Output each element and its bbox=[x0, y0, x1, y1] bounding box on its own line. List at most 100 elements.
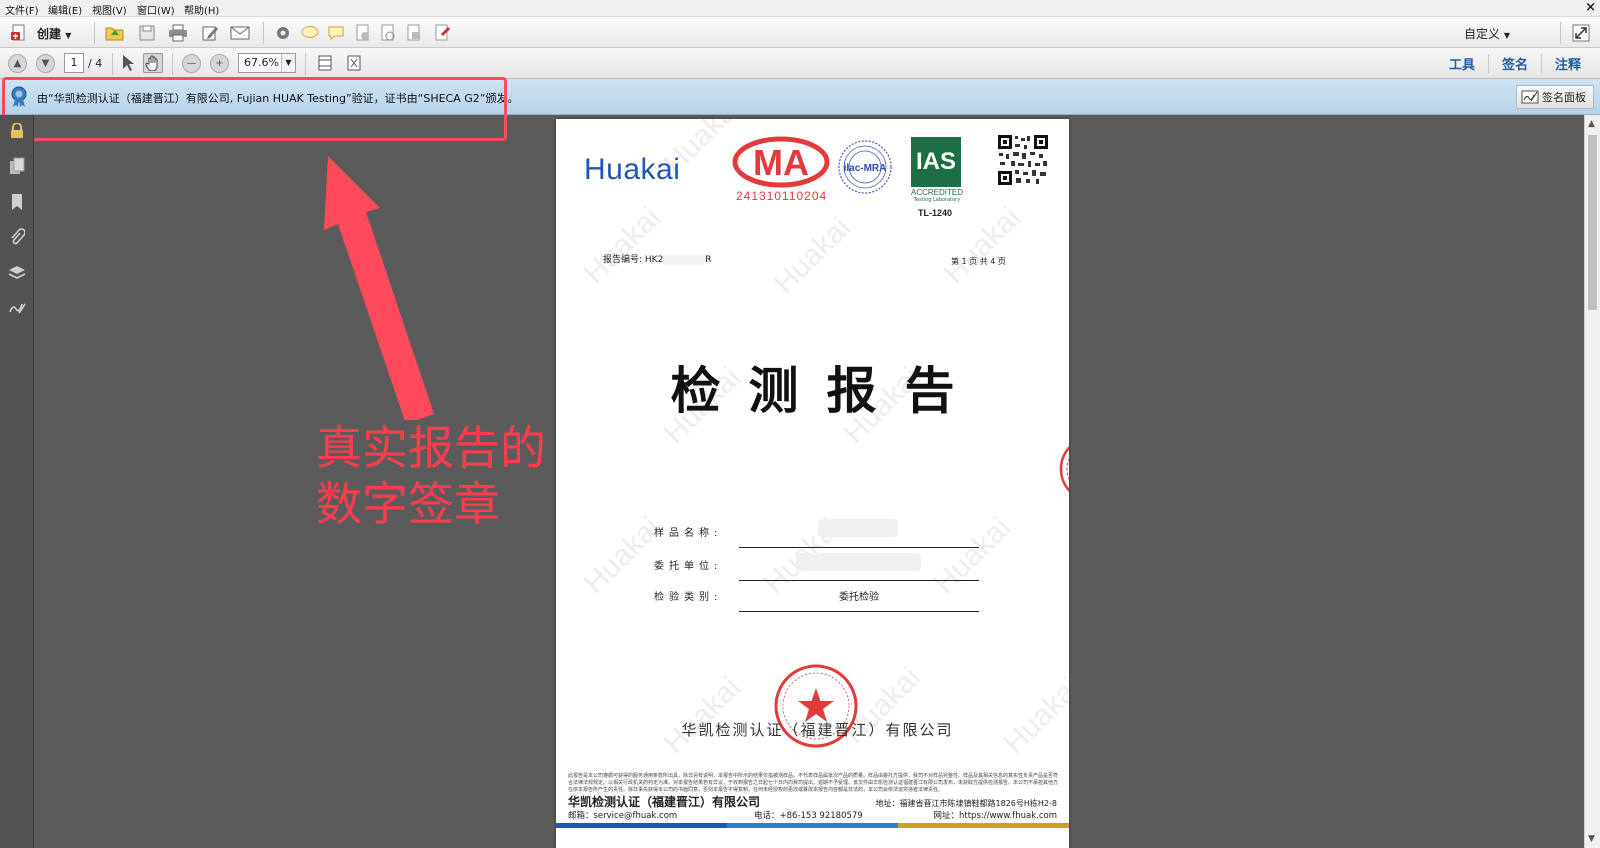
partial-seal bbox=[1059, 445, 1069, 493]
footer-company: 华凯检测认证（福建晋江）有限公司 bbox=[568, 795, 761, 809]
annotation-line-1: 真实报告的 bbox=[316, 421, 546, 475]
highlight-icon[interactable] bbox=[326, 23, 346, 43]
divider bbox=[172, 53, 173, 75]
watermark: Huakai bbox=[657, 670, 748, 761]
chevron-down-icon[interactable]: ▼ bbox=[281, 54, 295, 72]
settings-icon[interactable] bbox=[273, 23, 293, 43]
footer-color-bar bbox=[556, 823, 1069, 828]
lock-icon[interactable] bbox=[7, 121, 27, 141]
signature-icon[interactable] bbox=[7, 298, 27, 318]
cma-logo: MA bbox=[732, 136, 830, 188]
signature-panel-button[interactable]: 签名面板 bbox=[1516, 85, 1594, 109]
ias-accredited: ACCREDITED bbox=[910, 188, 963, 197]
scrollbar-thumb[interactable] bbox=[1588, 135, 1597, 310]
huakai-logo: Huakai bbox=[584, 153, 681, 186]
svg-text:ilac-MRA: ilac-MRA bbox=[844, 163, 887, 174]
divider bbox=[94, 22, 95, 44]
redacted-block bbox=[818, 519, 898, 537]
email-icon[interactable] bbox=[230, 23, 250, 43]
zoom-level: 67.6% bbox=[244, 56, 279, 69]
vertical-scrollbar[interactable]: ▲ ▼ bbox=[1584, 115, 1600, 848]
scroll-down-icon[interactable]: ▼ bbox=[1588, 834, 1595, 844]
menubar: 文件(F) 编辑(E) 视图(V) 窗口(W) 帮助(H) × bbox=[0, 0, 1600, 17]
bookmark-icon[interactable] bbox=[7, 192, 27, 212]
field-underline bbox=[739, 611, 979, 612]
menu-help[interactable]: 帮助(H) bbox=[184, 2, 219, 17]
svg-text:MA: MA bbox=[753, 142, 809, 183]
cma-number: 241310110204 bbox=[736, 189, 828, 203]
tab-tools[interactable]: 工具 bbox=[1436, 54, 1488, 73]
menu-file[interactable]: 文件(F) bbox=[5, 2, 39, 17]
divider bbox=[305, 53, 306, 75]
fit-width-icon[interactable] bbox=[315, 53, 335, 73]
chevron-down-icon: ▼ bbox=[65, 31, 72, 40]
page-number-input[interactable]: 1 bbox=[64, 53, 84, 73]
layers-icon[interactable] bbox=[7, 263, 27, 283]
fit-page-icon[interactable] bbox=[344, 53, 364, 73]
customize-menu[interactable]: 自定义 ▼ bbox=[1464, 25, 1510, 42]
menu-edit[interactable]: 编辑(E) bbox=[48, 2, 82, 17]
redacted-block bbox=[796, 553, 921, 571]
annotation-arrow bbox=[324, 156, 434, 420]
attachment-icon[interactable] bbox=[7, 227, 27, 247]
sign-document-icon[interactable] bbox=[432, 23, 452, 43]
divider bbox=[263, 22, 264, 44]
create-menu-button[interactable]: 创建 ▼ bbox=[37, 25, 71, 42]
annotation-highlight-box bbox=[2, 77, 507, 141]
divider bbox=[1560, 22, 1561, 44]
hand-tool-icon[interactable] bbox=[143, 53, 163, 73]
menu-view[interactable]: 视图(V) bbox=[92, 2, 127, 17]
field-label-sample: 样品名称: bbox=[654, 528, 723, 539]
watermark: Huakai bbox=[577, 200, 668, 291]
annotation-line-2: 数字签章 bbox=[316, 477, 500, 531]
expand-icon[interactable] bbox=[1571, 23, 1591, 43]
document-title: 检测报告 bbox=[670, 361, 983, 420]
page-count-label: 第 1 页 共 4 页 bbox=[951, 257, 1006, 266]
print-icon[interactable] bbox=[168, 23, 188, 43]
company-name: 华凯检测认证（福建晋江）有限公司 bbox=[681, 721, 954, 739]
save-icon[interactable] bbox=[137, 23, 157, 43]
close-document-icon[interactable]: × bbox=[1585, 0, 1596, 15]
annotation-text: 真实报告的 数字签章 bbox=[316, 420, 546, 532]
disclaimer-text: 此报告是本公司遵循可获得的服务通用条款所出具，除非另有说明，本报告中所示的结果仅… bbox=[568, 773, 1059, 793]
signature-icon bbox=[1521, 90, 1539, 104]
field-underline bbox=[739, 547, 979, 548]
field-value-type: 委托检验 bbox=[839, 592, 879, 603]
select-cursor-icon[interactable] bbox=[118, 53, 138, 73]
zoom-out-icon[interactable]: — bbox=[182, 54, 201, 73]
redacted-block bbox=[663, 254, 706, 265]
footer-address: 地址：福建省晋江市陈埭镇鞋都路1826号H栋H2-8 bbox=[875, 799, 1057, 808]
comment-icon[interactable] bbox=[300, 23, 320, 43]
previous-page-icon[interactable]: ▲ bbox=[8, 54, 27, 73]
navigation-pane bbox=[0, 115, 34, 848]
footer-phone: 电话：+86-153 92180579 bbox=[754, 811, 863, 821]
certificate-icon[interactable] bbox=[378, 23, 398, 43]
watermark: Huakai bbox=[997, 670, 1069, 761]
footer-email: 邮箱：service@fhuak.com bbox=[568, 811, 678, 821]
field-label-client: 委托单位: bbox=[654, 561, 723, 572]
open-folder-icon[interactable] bbox=[105, 23, 125, 43]
menu-window[interactable]: 窗口(W) bbox=[137, 2, 175, 17]
stamp-icon[interactable] bbox=[353, 23, 373, 43]
tab-sign[interactable]: 签名 bbox=[1487, 54, 1541, 73]
field-label-type: 检验类别: bbox=[654, 592, 723, 603]
ilac-mra-logo: ilac-MRA bbox=[838, 140, 892, 194]
zoom-level-select[interactable]: 67.6% ▼ bbox=[238, 53, 296, 73]
customize-label: 自定义 bbox=[1464, 27, 1501, 41]
navigation-toolbar: ▲ ▼ 1 / 4 — + 67.6% ▼ 工具 签名 注释 bbox=[0, 48, 1600, 79]
pages-icon[interactable] bbox=[7, 156, 27, 176]
main-toolbar: 创建 ▼ 自定义 ▼ bbox=[0, 17, 1600, 48]
watermark: Huakai bbox=[767, 210, 858, 301]
document-search-icon[interactable] bbox=[404, 23, 424, 43]
report-number: 报告编号: HK2 R bbox=[603, 252, 712, 265]
scroll-up-icon[interactable]: ▲ bbox=[1588, 119, 1595, 129]
pdf-page: Huakai Huakai Huakai Huakai Huakai Huaka… bbox=[556, 119, 1069, 848]
edit-icon[interactable] bbox=[200, 23, 220, 43]
report-number-label: 报告编号: HK2 bbox=[603, 255, 664, 265]
tab-comment[interactable]: 注释 bbox=[1540, 54, 1594, 73]
zoom-in-icon[interactable]: + bbox=[210, 54, 229, 73]
create-pdf-icon[interactable] bbox=[9, 23, 29, 43]
tl-code: TL-1240 bbox=[918, 208, 953, 218]
ias-subtitle: Testing Laboratory bbox=[913, 197, 961, 203]
next-page-icon[interactable]: ▼ bbox=[36, 54, 55, 73]
